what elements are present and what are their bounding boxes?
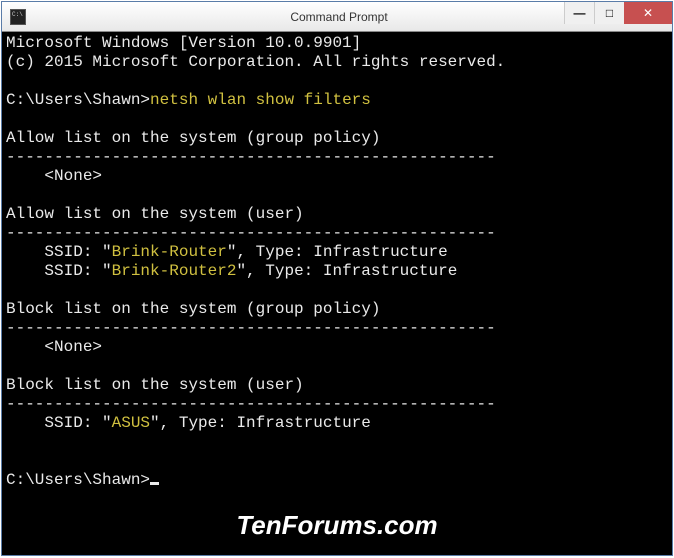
- command-input: netsh wlan show filters: [150, 91, 371, 109]
- version-line: Microsoft Windows [Version 10.0.9901]: [6, 34, 361, 52]
- none-value: <None>: [6, 167, 102, 185]
- ssid-row: SSID: "Brink-Router", Type: Infrastructu…: [6, 243, 448, 261]
- titlebar[interactable]: Command Prompt — □ ✕: [2, 2, 672, 32]
- section-header: Allow list on the system (group policy): [6, 129, 380, 147]
- divider: ----------------------------------------…: [6, 319, 496, 337]
- command-prompt-window: Command Prompt — □ ✕ Microsoft Windows […: [1, 1, 673, 556]
- watermark: TenForums.com: [236, 516, 437, 535]
- divider: ----------------------------------------…: [6, 148, 496, 166]
- prompt: C:\Users\Shawn>: [6, 471, 150, 489]
- ssid-value: Brink-Router2: [112, 262, 237, 280]
- window-controls: — □ ✕: [564, 2, 672, 24]
- section-header: Allow list on the system (user): [6, 205, 304, 223]
- ssid-row: SSID: "ASUS", Type: Infrastructure: [6, 414, 371, 432]
- terminal-output[interactable]: Microsoft Windows [Version 10.0.9901] (c…: [2, 32, 672, 555]
- none-value: <None>: [6, 338, 102, 356]
- cursor: [150, 482, 159, 485]
- divider: ----------------------------------------…: [6, 224, 496, 242]
- ssid-row: SSID: "Brink-Router2", Type: Infrastruct…: [6, 262, 457, 280]
- close-button[interactable]: ✕: [624, 2, 672, 24]
- maximize-button[interactable]: □: [594, 2, 624, 24]
- ssid-value: Brink-Router: [112, 243, 227, 261]
- divider: ----------------------------------------…: [6, 395, 496, 413]
- section-header: Block list on the system (group policy): [6, 300, 380, 318]
- section-header: Block list on the system (user): [6, 376, 304, 394]
- app-icon: [10, 9, 26, 25]
- ssid-value: ASUS: [112, 414, 150, 432]
- prompt: C:\Users\Shawn>: [6, 91, 150, 109]
- minimize-button[interactable]: —: [564, 2, 594, 24]
- copyright-line: (c) 2015 Microsoft Corporation. All righ…: [6, 53, 505, 71]
